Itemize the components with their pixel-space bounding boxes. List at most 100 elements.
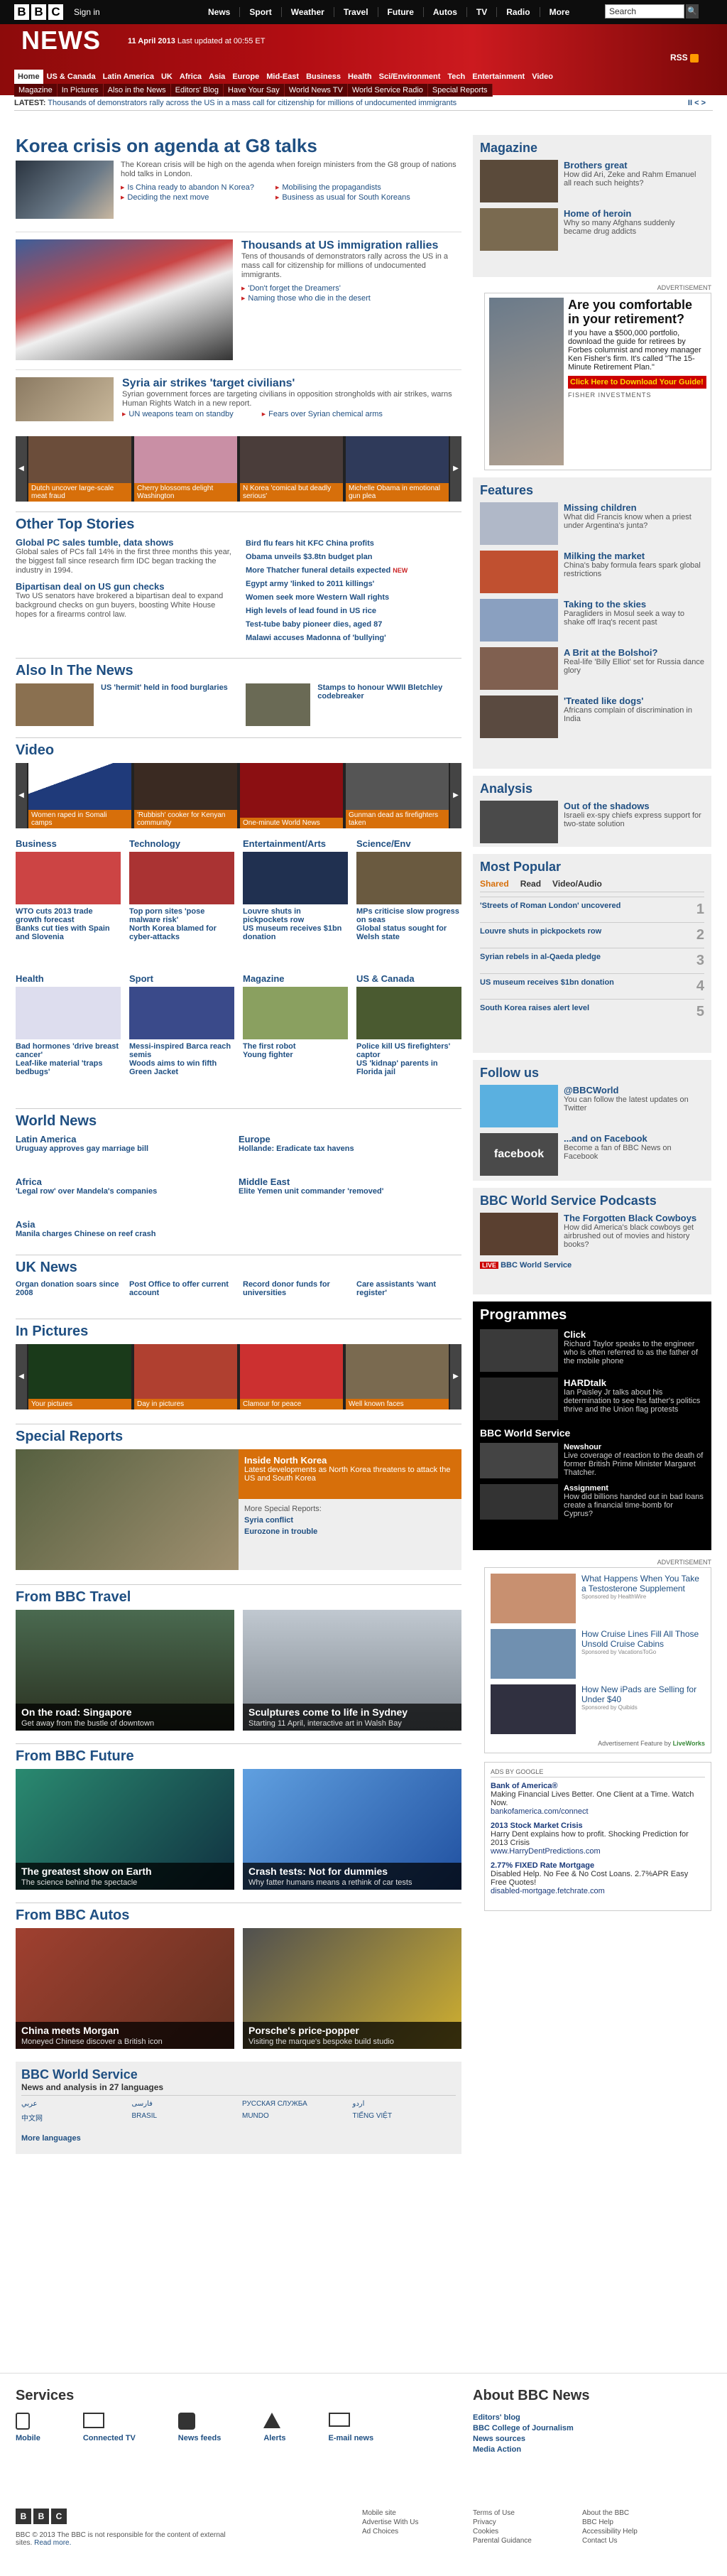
- ticker-controls[interactable]: II < >: [688, 95, 706, 111]
- video-next-icon[interactable]: ▶: [450, 763, 461, 828]
- grid-link[interactable]: US museum receives $1bn donation: [243, 924, 348, 941]
- uk-item[interactable]: Care assistants 'want register': [356, 1280, 461, 1319]
- carousel-next-icon[interactable]: ▶: [450, 436, 461, 502]
- magazine-item[interactable]: Home of heroin Why so many Afghans sudden…: [480, 208, 704, 251]
- section-item[interactable]: Entertainment: [469, 70, 528, 84]
- also-image[interactable]: [16, 683, 94, 726]
- special-feature-title[interactable]: Inside North Korea: [244, 1455, 456, 1466]
- grid-section[interactable]: US & Canada: [356, 973, 461, 984]
- grid-headline[interactable]: Messi-inspired Barca reach semis: [129, 1042, 234, 1059]
- grid-section[interactable]: Business: [16, 838, 121, 849]
- also-image[interactable]: [246, 683, 311, 726]
- special-more-link[interactable]: Syria conflict: [244, 1516, 456, 1525]
- podcasts-title[interactable]: BBC World Service Podcasts: [480, 1194, 704, 1208]
- magazine-title[interactable]: Magazine: [480, 141, 704, 156]
- grid-section[interactable]: Health: [16, 973, 121, 984]
- pictures-item[interactable]: Well known faces: [346, 1344, 449, 1409]
- immigration-image[interactable]: [16, 239, 233, 360]
- other-top-link[interactable]: Obama unveils $3.8tn budget plan: [246, 551, 461, 564]
- search-icon[interactable]: 🔍: [686, 4, 699, 18]
- section-item[interactable]: UK: [158, 70, 176, 84]
- top-story-headline[interactable]: Korea crisis on agenda at G8 talks: [16, 135, 461, 156]
- analysis-item[interactable]: Out of the shadows Israeli ex-spy chiefs …: [480, 801, 704, 843]
- rss-link[interactable]: RSS: [670, 53, 699, 63]
- nav-more[interactable]: More: [539, 7, 579, 17]
- google-ad[interactable]: 2013 Stock Market Crisis Harry Dent expla…: [491, 1822, 705, 1856]
- service-tv[interactable]: Connected TV: [82, 2413, 136, 2442]
- popular-item[interactable]: 'Streets of Roman London' uncovered 1: [480, 897, 704, 922]
- programmes-ws-title[interactable]: BBC World Service: [480, 1427, 704, 1439]
- region-item[interactable]: Manila charges Chinese on reef crash: [16, 1230, 239, 1238]
- other-top-headline[interactable]: Bipartisan deal on US gun checks: [16, 581, 231, 592]
- footer-link[interactable]: Ad Choices: [362, 2527, 418, 2536]
- also-headline[interactable]: US 'hermit' held in food burglaries: [101, 683, 228, 737]
- tab-shared[interactable]: Shared: [480, 879, 509, 889]
- magazine-item[interactable]: Brothers great How did Ari, Zeke and Rahm…: [480, 160, 704, 202]
- programmes-title[interactable]: Programmes: [480, 1307, 704, 1324]
- pictures-item[interactable]: Your pictures: [28, 1344, 131, 1409]
- other-top-headline[interactable]: Global PC sales tumble, data shows: [16, 537, 231, 548]
- grid-link[interactable]: Banks cut ties with Spain and Slovenia: [16, 924, 121, 941]
- ws-language[interactable]: فارسی: [132, 2100, 236, 2108]
- ws-language[interactable]: اردو: [353, 2100, 457, 2108]
- video-item[interactable]: One-minute World News: [240, 763, 343, 828]
- grid-headline[interactable]: The first robot: [243, 1042, 348, 1051]
- footer-link[interactable]: Accessibility Help: [582, 2527, 638, 2536]
- syria-headline[interactable]: Syria air strikes 'target civilians': [122, 377, 461, 390]
- pictures-item[interactable]: Clamour for peace: [240, 1344, 343, 1409]
- retirement-ad[interactable]: Are you comfortable in your retirement? …: [484, 293, 711, 470]
- other-top-link[interactable]: High levels of lead found in US rice: [246, 605, 461, 618]
- region-item[interactable]: 'Legal row' over Mandela's companies: [16, 1187, 239, 1196]
- bbc-logo[interactable]: B B C: [14, 4, 63, 20]
- feature-item[interactable]: Taking to the skies Paragliders in Mosul …: [480, 599, 704, 642]
- section-item[interactable]: Video: [528, 70, 557, 84]
- grid-link[interactable]: North Korea blamed for cyber-attacks: [129, 924, 234, 941]
- google-ad[interactable]: Bank of America® Making Financial Lives B…: [491, 1782, 705, 1816]
- other-top-link[interactable]: Bird flu fears hit KFC China profits: [246, 537, 461, 551]
- nav-tv[interactable]: TV: [466, 7, 496, 17]
- uk-item[interactable]: Organ donation soars since 2008: [16, 1280, 121, 1319]
- service-mobile[interactable]: Mobile: [16, 2413, 40, 2442]
- feature-item[interactable]: A Brit at the Bolshoi? Real-life 'Billy E…: [480, 647, 704, 690]
- special-more-link[interactable]: Eurozone in trouble: [244, 1527, 456, 1536]
- carousel-item[interactable]: Michelle Obama in emotional gun plea: [346, 436, 449, 502]
- syria-image[interactable]: [16, 377, 114, 421]
- future-item[interactable]: Crash tests: Not for dummies Why fatter h…: [243, 1769, 461, 1890]
- about-link[interactable]: News sources: [473, 2434, 574, 2445]
- ad-cta-button[interactable]: Click Here to Download Your Guide!: [568, 376, 706, 389]
- grid-image[interactable]: [129, 987, 234, 1039]
- grid-headline[interactable]: WTO cuts 2013 trade growth forecast: [16, 907, 121, 924]
- section-item[interactable]: Europe: [229, 70, 263, 84]
- grid-section[interactable]: Entertainment/Arts: [243, 838, 348, 849]
- section-item[interactable]: US & Canada: [43, 70, 99, 84]
- features-title[interactable]: Features: [480, 483, 704, 498]
- facebook-item[interactable]: facebook ...and on Facebook Become a fan o…: [480, 1133, 704, 1176]
- region-title[interactable]: Latin America: [16, 1134, 239, 1144]
- section-item[interactable]: Business: [302, 70, 344, 84]
- other-top-link[interactable]: Egypt army 'linked to 2011 killings': [246, 578, 461, 591]
- nav-travel[interactable]: Travel: [333, 7, 378, 17]
- section-item[interactable]: Health: [344, 70, 376, 84]
- grid-section[interactable]: Technology: [129, 838, 234, 849]
- section-item[interactable]: Africa: [176, 70, 205, 84]
- grid-headline[interactable]: MPs criticise slow progress on seas: [356, 907, 461, 924]
- related-link[interactable]: Deciding the next move: [121, 193, 254, 202]
- uk-item[interactable]: Post Office to offer current account: [129, 1280, 234, 1319]
- grid-section[interactable]: Sport: [129, 973, 234, 984]
- service-email[interactable]: E-mail news: [328, 2413, 373, 2442]
- sponsored-item[interactable]: How New iPads are Selling for Under $40 S…: [491, 1684, 705, 1734]
- grid-image[interactable]: [16, 987, 121, 1039]
- grid-headline[interactable]: Louvre shuts in pickpockets row: [243, 907, 348, 924]
- about-link[interactable]: Media Action: [473, 2445, 574, 2455]
- related-link[interactable]: 'Don't forget the Dreamers': [241, 284, 461, 293]
- grid-link[interactable]: Young fighter: [243, 1051, 348, 1059]
- footer-link[interactable]: BBC Help: [582, 2518, 638, 2527]
- footer-link[interactable]: About the BBC: [582, 2509, 638, 2518]
- nav-news[interactable]: News: [199, 7, 239, 17]
- grid-section[interactable]: Magazine: [243, 973, 348, 984]
- other-top-link[interactable]: Malawi accuses Madonna of 'bullying': [246, 632, 461, 645]
- analysis-title[interactable]: Analysis: [480, 781, 704, 796]
- ws-programme-item[interactable]: Newshour Live coverage of reaction to the…: [480, 1443, 704, 1478]
- grid-image[interactable]: [243, 987, 348, 1039]
- footer-link[interactable]: Privacy: [473, 2518, 532, 2527]
